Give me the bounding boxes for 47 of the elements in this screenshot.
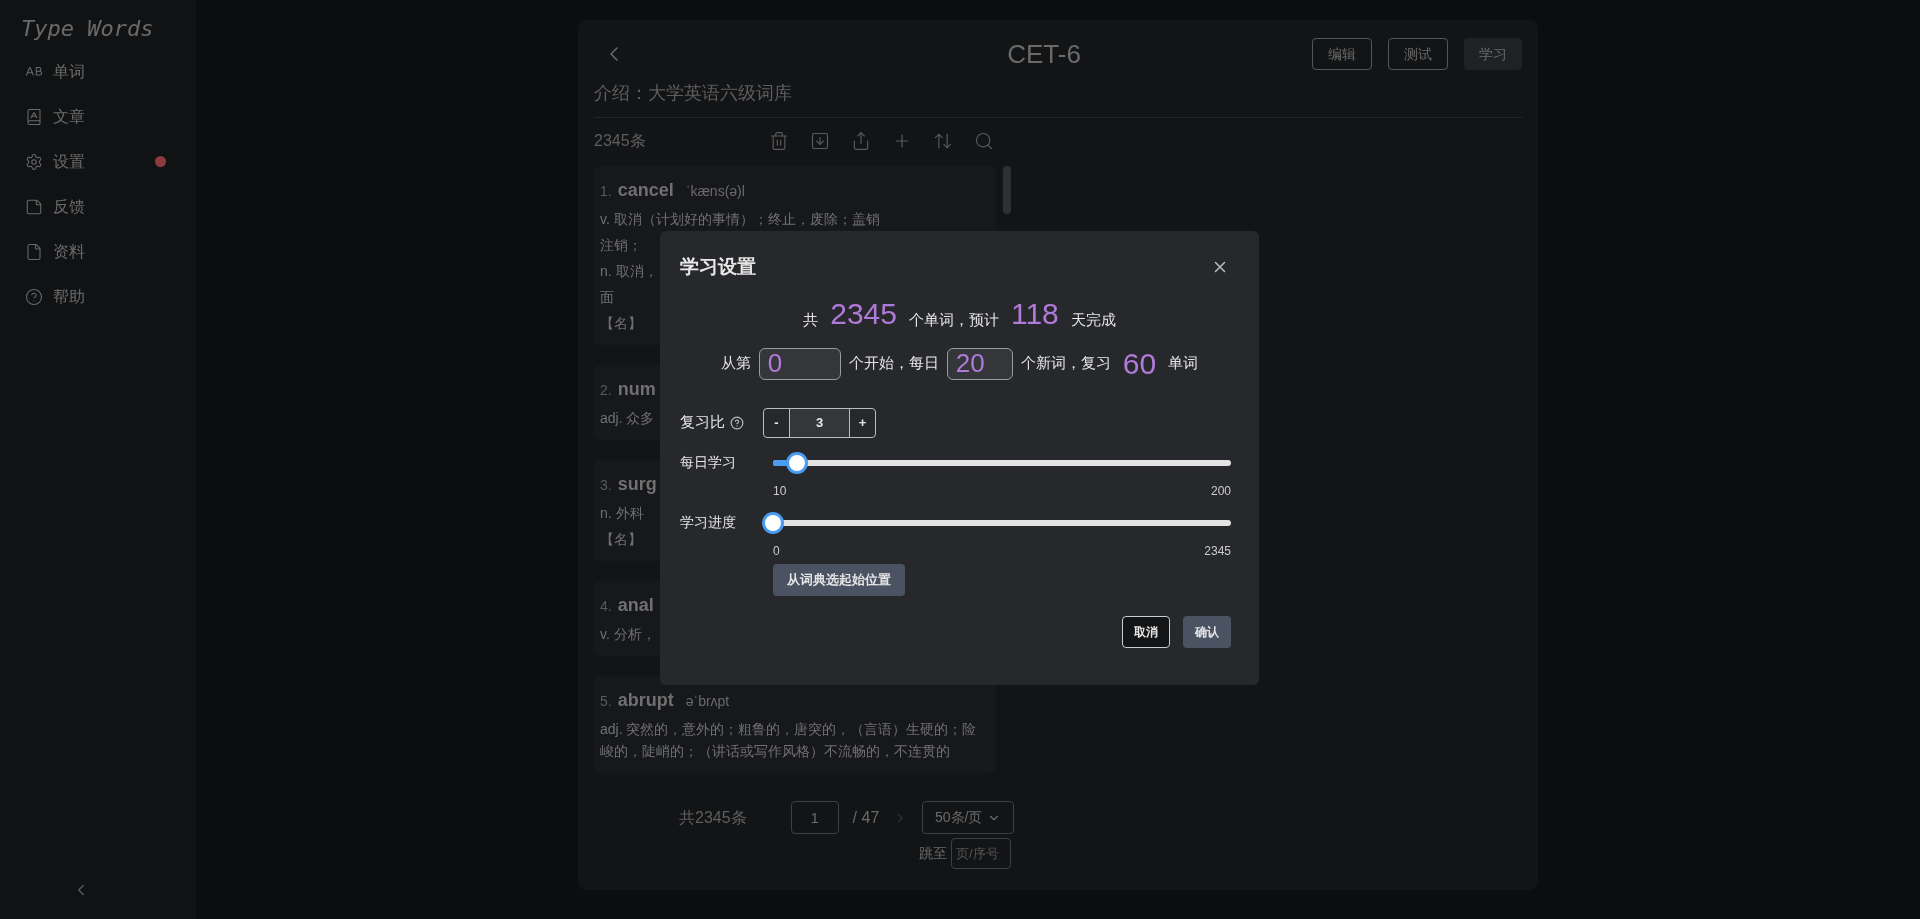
slider-min: 10 [773, 482, 787, 500]
dialog-title: 学习设置 [680, 255, 756, 279]
book-description: 介绍：大学英语六级词库 [594, 82, 793, 105]
word-text: abrupt [617, 689, 674, 712]
summary-number: 2345 [830, 295, 897, 332]
slider-min: 0 [773, 542, 780, 560]
summary-number: 118 [1010, 295, 1059, 332]
book-title: CET-6 [1007, 37, 1081, 71]
slider-label: 每日学习 [680, 452, 737, 472]
word-definition: 【名】 [600, 530, 642, 549]
word-definition: n. 取消， [600, 262, 658, 281]
jump-label: 跳至 [919, 844, 947, 863]
word-definition: 【名】 [600, 314, 642, 333]
summary-text: 个新词，复习 [1020, 353, 1111, 374]
slider-label: 学习进度 [680, 512, 737, 532]
word-index: 4. [600, 597, 612, 616]
word-text: cancel [617, 179, 674, 202]
word-index: 1. [600, 182, 612, 201]
word-count: 2345条 [594, 131, 647, 151]
word-definition: n. 外科 [600, 504, 644, 523]
word-phonetic: ˈkæns(ə)l [685, 182, 745, 201]
summary-text: 单词 [1168, 353, 1199, 374]
word-phonetic: əˈbrʌpt [685, 692, 730, 711]
summary-number: 60 [1122, 345, 1157, 382]
summary-text: 天完成 [1070, 310, 1116, 330]
word-definition: 注销； [600, 236, 642, 255]
summary-text: 个单词，预计 [908, 310, 999, 330]
summary-text: 共 [803, 310, 819, 330]
word-text: anal [617, 594, 654, 617]
word-definition: 面 [600, 288, 614, 307]
word-definition: v. 取消（计划好的事情）；终止，废除；盖销 [600, 210, 880, 229]
word-index: 5. [600, 692, 612, 711]
word-index: 2. [600, 381, 612, 400]
word-definition: v. 分析， [600, 625, 656, 644]
summary-text: 个开始，每日 [848, 353, 939, 374]
summary-text: 从第 [720, 353, 751, 374]
word-definition: adj. 众多 [600, 409, 655, 428]
word-definition: adj. 突然的，意外的；粗鲁的，唐突的，（言语）生硬的；险峻的，陡峭的；（讲话或写作风格）不流畅的，不连贯的 [600, 720, 978, 761]
word-text: surg [617, 473, 657, 496]
word-index: 3. [600, 476, 612, 495]
page-total: / 47 [852, 807, 880, 828]
ratio-label: 复习比 [680, 412, 725, 433]
slider-max: 200 [1210, 482, 1231, 500]
app-logo: Type Words [21, 15, 155, 43]
slider-max: 2345 [1204, 542, 1231, 560]
word-text: num [617, 378, 656, 401]
total-count: 共2345条 [679, 807, 747, 828]
